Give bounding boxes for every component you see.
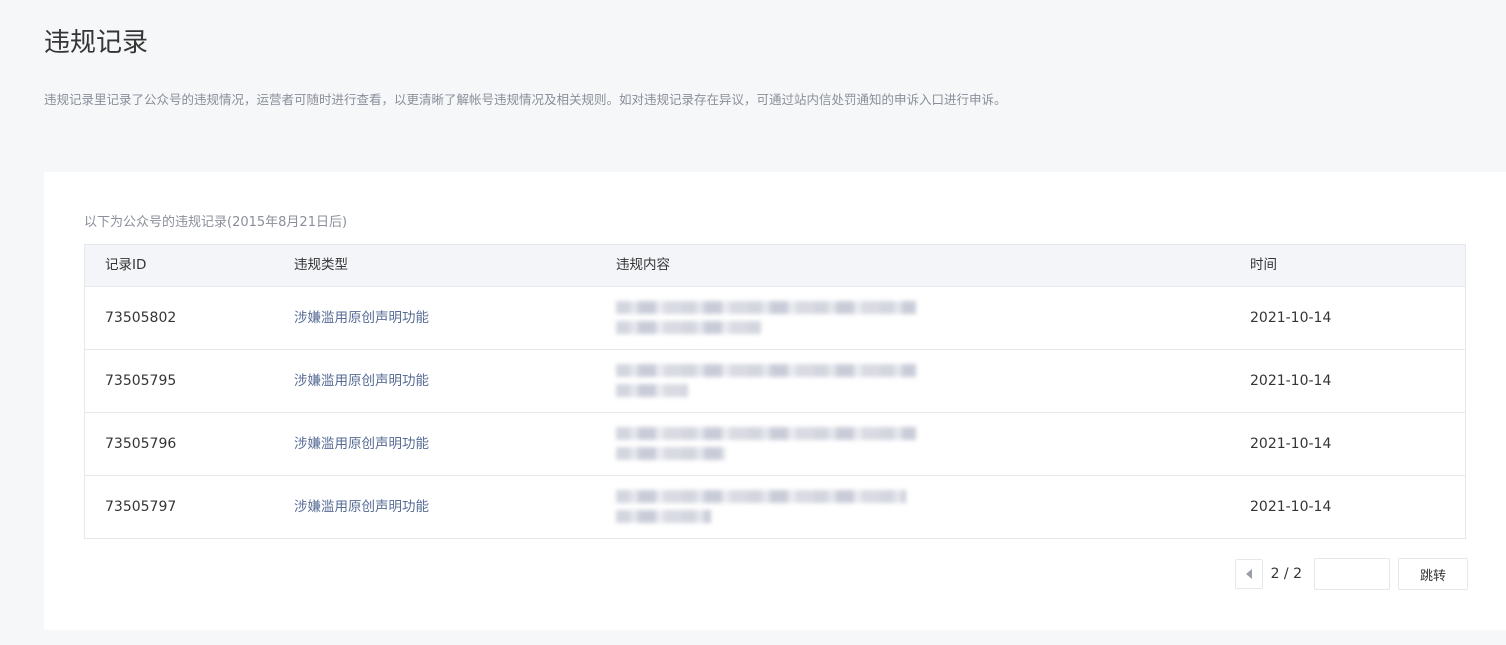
jump-page-input[interactable] <box>1314 558 1390 590</box>
violation-type-link[interactable]: 涉嫌滥用原创声明功能 <box>294 350 429 412</box>
jump-button[interactable]: 跳转 <box>1398 558 1468 590</box>
column-header-content: 违规内容 <box>616 257 670 273</box>
record-id: 73505795 <box>105 373 177 389</box>
violation-type-link[interactable]: 涉嫌滥用原创声明功能 <box>294 476 429 538</box>
records-table: 记录ID 违规类型 违规内容 时间 73505802 涉嫌滥用原创声明功能 20… <box>84 244 1466 539</box>
violation-type-link[interactable]: 涉嫌滥用原创声明功能 <box>294 413 429 475</box>
records-card: 以下为公众号的违规记录(2015年8月21日后) 记录ID 违规类型 违规内容 … <box>44 172 1506 630</box>
records-caption: 以下为公众号的违规记录(2015年8月21日后) <box>84 215 348 230</box>
pagination: 2 / 2 跳转 <box>1234 558 1468 590</box>
prev-page-button[interactable] <box>1234 559 1263 589</box>
table-header: 记录ID 违规类型 违规内容 时间 <box>85 245 1465 287</box>
page-indicator: 2 / 2 <box>1270 566 1302 582</box>
violation-type-link[interactable]: 涉嫌滥用原创声明功能 <box>294 287 429 349</box>
redacted-content <box>616 488 916 528</box>
record-time: 2021-10-14 <box>1250 373 1332 389</box>
page-title: 违规记录 <box>44 28 149 58</box>
record-id: 73505802 <box>105 310 177 326</box>
table-row: 73505802 涉嫌滥用原创声明功能 2021-10-14 <box>85 287 1465 350</box>
caret-left-icon <box>1245 569 1252 579</box>
record-id: 73505796 <box>105 436 177 452</box>
page-description: 违规记录里记录了公众号的违规情况，运营者可随时进行查看，以更清晰了解帐号违规情况… <box>44 92 1007 107</box>
table-row: 73505797 涉嫌滥用原创声明功能 2021-10-14 <box>85 476 1465 538</box>
redacted-content <box>616 299 916 339</box>
record-time: 2021-10-14 <box>1250 499 1332 515</box>
column-header-type: 违规类型 <box>294 257 348 273</box>
record-time: 2021-10-14 <box>1250 436 1332 452</box>
column-header-time: 时间 <box>1250 257 1277 273</box>
table-row: 73505796 涉嫌滥用原创声明功能 2021-10-14 <box>85 413 1465 476</box>
table-row: 73505795 涉嫌滥用原创声明功能 2021-10-14 <box>85 350 1465 413</box>
record-id: 73505797 <box>105 499 177 515</box>
redacted-content <box>616 425 916 465</box>
redacted-content <box>616 362 916 402</box>
column-header-id: 记录ID <box>105 257 147 273</box>
record-time: 2021-10-14 <box>1250 310 1332 326</box>
